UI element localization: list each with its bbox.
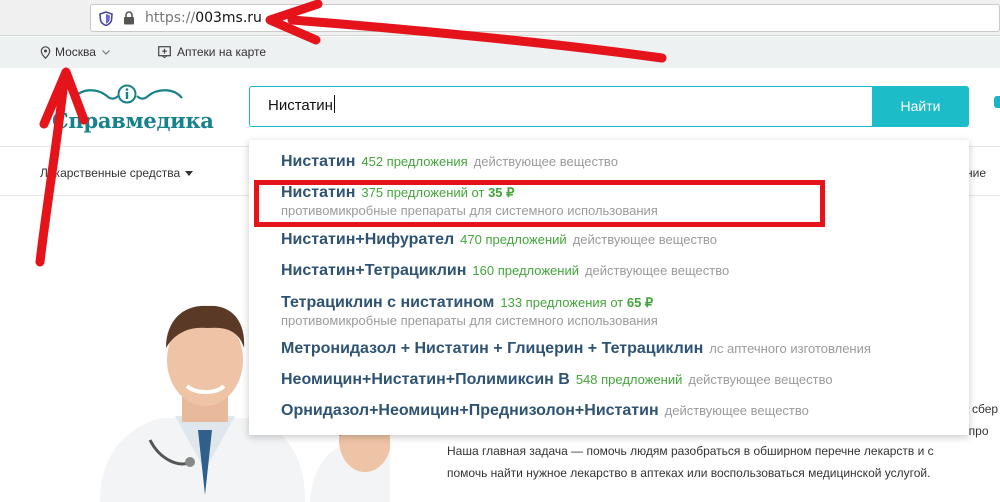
address-bar[interactable]: https://003ms.ru — [90, 4, 1000, 32]
suggestion-name: Метронидазол + Нистатин + Глицерин + Тет… — [281, 340, 704, 357]
nav-item-partial[interactable]: ние — [966, 166, 986, 180]
nav-item-medicines[interactable]: Лекарственные средства — [40, 166, 194, 180]
map-plus-icon — [158, 46, 171, 58]
suggestion-kind: действующее вещество — [572, 232, 717, 247]
suggestion-count: 160 предложений — [472, 263, 579, 278]
browser-toolbar: https://003ms.ru — [0, 0, 1000, 36]
highlight-box — [254, 180, 825, 227]
suggestion-kind: лс аптечного изготовления — [709, 341, 871, 356]
suggestion-item[interactable]: Тетрациклин с нистатином 133 предложения … — [281, 294, 658, 328]
suggestion-kind: действующее вещество — [473, 154, 618, 169]
chevron-down-icon — [102, 49, 110, 55]
suggestion-item[interactable]: Орнидазол+Неомицин+Преднизолон+Нистатин д… — [281, 402, 809, 420]
suggestion-name: Орнидазол+Неомицин+Преднизолон+Нистатин — [281, 402, 659, 419]
suggestion-name: Нистатин — [281, 153, 356, 170]
suggestion-item[interactable]: Неомицин+Нистатин+Полимиксин B 548 предло… — [281, 371, 833, 389]
text-caret — [333, 95, 335, 113]
suggestion-category: противомикробные препараты для системног… — [281, 313, 658, 328]
caret-down-icon — [185, 171, 194, 176]
nav-item-label: Лекарственные средства — [40, 166, 181, 180]
suggestion-kind: действующее вещество — [688, 372, 833, 387]
suggestion-item[interactable]: Нистатин 452 предложения действующее вещес… — [281, 153, 618, 171]
location-pin-icon — [40, 45, 51, 59]
edge-text-1: сбер — [972, 402, 999, 416]
city-label: Москва — [55, 45, 96, 59]
suggestion-name: Неомицин+Нистатин+Полимиксин B — [281, 371, 570, 388]
url-domain: 003ms.ru — [195, 10, 262, 26]
suggestion-count: 133 предложения от 65 ₽ — [500, 295, 653, 310]
map-link-label: Аптеки на карте — [177, 45, 267, 59]
logo-ornament-icon — [73, 84, 183, 104]
search-button[interactable]: Найти — [872, 86, 969, 127]
pharmacies-map-link[interactable]: Аптеки на карте — [158, 45, 266, 59]
intro-text: Наша главная задача — помочь людям разоб… — [447, 440, 934, 484]
suggestion-kind: действующее вещество — [584, 263, 730, 278]
search-value: Нистатин — [268, 97, 333, 114]
site-logo[interactable]: Справмедика — [52, 82, 214, 134]
url-prefix: https:// — [145, 10, 196, 26]
suggestion-item[interactable]: Метронидазол + Нистатин + Глицерин + Тет… — [281, 340, 871, 358]
user-icon[interactable] — [994, 96, 1000, 108]
lock-icon[interactable] — [123, 11, 135, 25]
city-selector[interactable]: Москва — [40, 45, 110, 59]
suggestion-name: Нистатин+Тетрациклин — [281, 262, 467, 279]
suggestion-item[interactable]: Нистатин+Нифурател 470 предложений действу… — [281, 231, 717, 249]
intro-line-2: помочь найти нужное лекарство в аптеках … — [447, 466, 931, 480]
screen: https://003ms.ru Москва Аптеки на карте — [0, 0, 1000, 502]
suggestion-name: Нистатин+Нифурател — [281, 231, 455, 248]
top-strip: Москва Аптеки на карте — [0, 37, 1000, 68]
search-input[interactable]: Нистатин — [249, 86, 873, 127]
suggestion-count-text: 133 предложения — [500, 295, 607, 310]
intro-line-1: Наша главная задача — помочь людям разоб… — [447, 444, 934, 458]
suggestion-item[interactable]: Нистатин+Тетрациклин 160 предложений дейст… — [281, 262, 729, 280]
price-prefix: от — [610, 295, 624, 310]
url-text[interactable]: https://003ms.ru — [145, 10, 262, 26]
suggestion-count: 452 предложения — [361, 154, 468, 169]
shield-icon[interactable] — [99, 11, 113, 26]
suggestion-kind: действующее вещество — [664, 403, 809, 418]
suggestion-count: 470 предложений — [460, 232, 567, 247]
suggestion-count: 548 предложений — [575, 372, 683, 387]
suggestion-name: Тетрациклин с нистатином — [281, 294, 495, 311]
logo-text: Справмедика — [52, 108, 214, 133]
suggestion-price: 65 ₽ — [626, 295, 654, 310]
